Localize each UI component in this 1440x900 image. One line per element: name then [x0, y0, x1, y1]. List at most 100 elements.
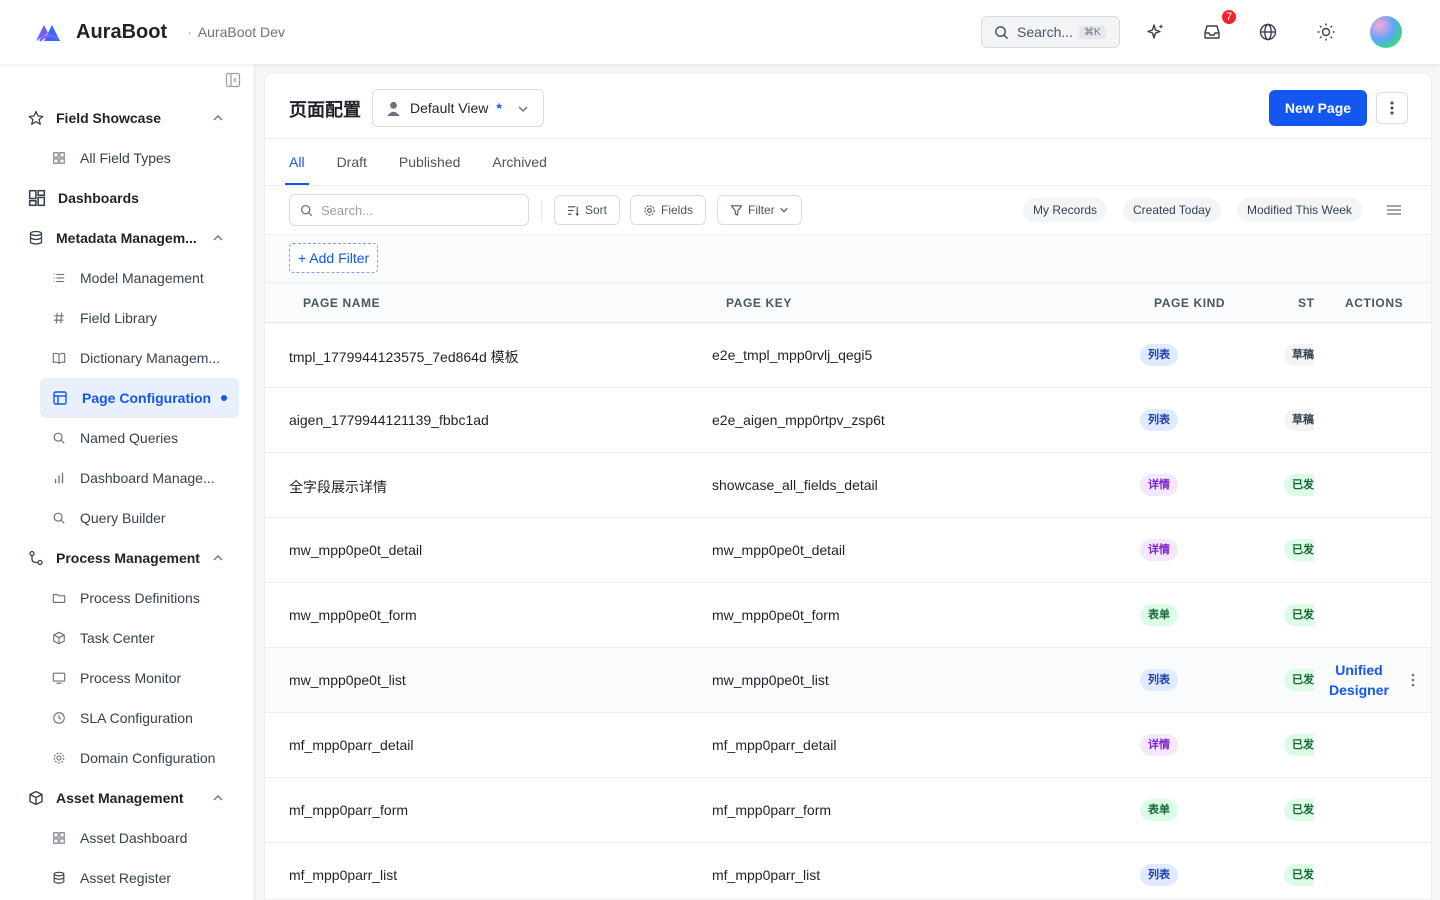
- table-row[interactable]: mf_mpp0parr_list mf_mpp0parr_list 列表 已发: [265, 843, 1431, 899]
- sidebar-item-label: Asset Management: [56, 790, 184, 806]
- filter-icon: [730, 204, 743, 216]
- sidebar-item-query-builder[interactable]: Query Builder: [0, 498, 254, 538]
- sidebar-collapse-icon[interactable]: [225, 72, 241, 88]
- sidebar-item-process-monitor[interactable]: Process Monitor: [0, 658, 254, 698]
- page-more-button[interactable]: [1376, 92, 1408, 124]
- col-page-key[interactable]: PAGE KEY: [726, 296, 792, 310]
- search-icon: [995, 25, 1009, 39]
- global-search-button[interactable]: Search... ⌘K: [981, 16, 1120, 48]
- table-row[interactable]: mf_mpp0parr_form mf_mpp0parr_form 表单 已发: [265, 778, 1431, 843]
- quick-filter-my-records[interactable]: My Records: [1023, 198, 1108, 222]
- table-row[interactable]: tmpl_1779944123575_7ed864d 模板 e2e_tmpl_mp…: [265, 323, 1431, 388]
- tab-archived[interactable]: Archived: [492, 139, 546, 185]
- table-search[interactable]: [289, 194, 529, 226]
- ai-assistant-button[interactable]: [1144, 20, 1168, 44]
- sidebar-item-domain-configuration[interactable]: Domain Configuration: [0, 738, 254, 778]
- page-key-cell: mw_mpp0pe0t_form: [712, 607, 840, 623]
- chevron-up-icon[interactable]: [212, 232, 224, 244]
- sidebar-item-asset-register[interactable]: Asset Register: [0, 858, 254, 898]
- tab-draft[interactable]: Draft: [337, 139, 367, 185]
- table-row[interactable]: mw_mpp0pe0t_form mw_mpp0pe0t_form 表单 已发: [265, 583, 1431, 648]
- sidebar-item-process-management[interactable]: Process Management: [0, 538, 254, 578]
- sidebar-item-label: Process Definitions: [80, 590, 200, 606]
- table-row[interactable]: mf_mpp0parr_detail mf_mpp0parr_detail 详情 已发: [265, 713, 1431, 778]
- col-page-kind[interactable]: PAGE KIND: [1154, 296, 1225, 310]
- quick-filter-created-today[interactable]: Created Today: [1123, 198, 1221, 222]
- sidebar-item-label: Metadata Managem...: [56, 230, 197, 246]
- table-toolbar: Sort Fields Filter My Records Created Tod…: [265, 186, 1431, 235]
- language-button[interactable]: [1256, 20, 1280, 44]
- page-header: 页面配置 Default View * New Page: [265, 74, 1431, 139]
- sidebar-item-dictionary-managem[interactable]: Dictionary Managem...: [0, 338, 254, 378]
- page-kind-badge: 表单: [1140, 604, 1178, 626]
- search-shortcut: ⌘K: [1079, 25, 1106, 39]
- brand[interactable]: AuraBoot · AuraBoot Dev: [34, 21, 285, 44]
- sidebar-item-dashboard-manage[interactable]: Dashboard Manage...: [0, 458, 254, 498]
- flow-icon: [29, 550, 43, 566]
- tab-published[interactable]: Published: [399, 139, 461, 185]
- view-selector[interactable]: Default View *: [372, 89, 544, 127]
- page-key-cell: mf_mpp0parr_detail: [712, 737, 837, 753]
- filter-button[interactable]: Filter: [717, 195, 802, 225]
- page-key-cell: e2e_aigen_mpp0rtpv_zsp6t: [712, 412, 885, 428]
- sidebar-item-task-center[interactable]: Task Center: [0, 618, 254, 658]
- table-row[interactable]: mw_mpp0pe0t_detail mw_mpp0pe0t_detail 详情 已发: [265, 518, 1431, 583]
- page-name-cell: mf_mpp0parr_list: [289, 867, 398, 883]
- table-row[interactable]: mw_mpp0pe0t_list mw_mpp0pe0t_list 列表 已发 Unif…: [265, 648, 1431, 713]
- filter-row: + Add Filter: [265, 235, 1431, 282]
- page-key-cell: mw_mpp0pe0t_detail: [712, 542, 846, 558]
- sidebar-item-asset-management[interactable]: Asset Management: [0, 778, 254, 818]
- sidebar-item-field-showcase[interactable]: Field Showcase: [0, 98, 254, 138]
- col-page-name[interactable]: PAGE NAME: [303, 296, 380, 310]
- col-status[interactable]: ST: [1298, 296, 1315, 310]
- chevron-up-icon[interactable]: [212, 552, 224, 564]
- layout-icon: [53, 391, 67, 405]
- sidebar-item-metadata-managem[interactable]: Metadata Managem...: [0, 218, 254, 258]
- user-icon: [387, 101, 400, 116]
- sidebar-item-page-configuration[interactable]: Page Configuration: [40, 378, 239, 418]
- sidebar-item-all-field-types[interactable]: All Field Types: [0, 138, 254, 178]
- notifications-button[interactable]: 7: [1200, 8, 1238, 44]
- page-name-cell: mf_mpp0parr_form: [289, 802, 409, 818]
- sidebar-item-label: Task Center: [80, 630, 155, 646]
- hash-icon: [53, 312, 64, 324]
- fields-button[interactable]: Fields: [630, 195, 707, 225]
- toolbar-divider: [541, 200, 542, 220]
- status-badge: 已发: [1284, 864, 1314, 886]
- sort-label: Sort: [585, 203, 608, 217]
- sidebar-item-sla-configuration[interactable]: SLA Configuration: [0, 698, 254, 738]
- theme-toggle-button[interactable]: [1314, 20, 1338, 44]
- sidebar-item-label: Process Management: [56, 550, 200, 566]
- sidebar-item-model-management[interactable]: Model Management: [0, 258, 254, 298]
- quick-filter-modified-this-week[interactable]: Modified This Week: [1237, 198, 1362, 222]
- sidebar-item-field-library[interactable]: Field Library: [0, 298, 254, 338]
- page-name-cell: mw_mpp0pe0t_detail: [289, 542, 423, 558]
- sidebar-item-label: Page Configuration: [82, 390, 212, 406]
- fields-label: Fields: [661, 203, 694, 217]
- search-icon: [53, 432, 65, 444]
- table-search-input[interactable]: [321, 202, 511, 218]
- clock-icon: [53, 712, 65, 724]
- new-page-button[interactable]: New Page: [1269, 90, 1367, 126]
- sidebar-item-process-definitions[interactable]: Process Definitions: [0, 578, 254, 618]
- sidebar-item-named-queries[interactable]: Named Queries: [0, 418, 254, 458]
- page-key-cell: mf_mpp0parr_form: [712, 802, 832, 818]
- row-more-icon[interactable]: [1407, 672, 1419, 688]
- sidebar-item-label: Named Queries: [80, 430, 179, 446]
- unified-designer-link[interactable]: Unified Designer: [1321, 660, 1397, 700]
- monitor-icon: [52, 672, 66, 684]
- aura-logo-icon: [36, 25, 60, 42]
- sidebar-item-label: All Field Types: [80, 150, 171, 166]
- density-menu-icon[interactable]: [1387, 204, 1401, 216]
- chevron-up-icon[interactable]: [212, 112, 224, 124]
- table-row[interactable]: aigen_1779944121139_fbbc1ad e2e_aigen_mpp…: [265, 388, 1431, 453]
- table-row[interactable]: 全字段展示详情 showcase_all_fields_detail 详情 已发: [265, 453, 1431, 518]
- user-avatar[interactable]: [1370, 16, 1402, 48]
- sort-button[interactable]: Sort: [554, 195, 621, 225]
- tab-all[interactable]: All: [285, 139, 309, 185]
- sidebar-item-dashboards[interactable]: Dashboards: [0, 178, 254, 218]
- page-name-cell: mw_mpp0pe0t_list: [289, 672, 406, 688]
- sidebar-item-asset-dashboard[interactable]: Asset Dashboard: [0, 818, 254, 858]
- chevron-up-icon[interactable]: [212, 792, 224, 804]
- add-filter-button[interactable]: + Add Filter: [289, 243, 379, 273]
